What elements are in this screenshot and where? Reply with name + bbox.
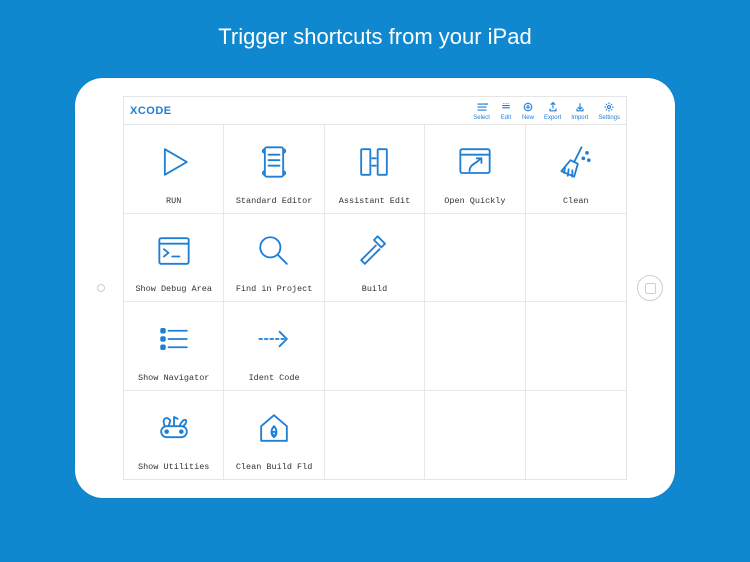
new-icon (522, 101, 534, 115)
toolbar-label: New (522, 115, 534, 121)
toolbar-label: Export (544, 115, 561, 121)
play-icon (128, 129, 219, 196)
toolbar-label: Edit (501, 115, 511, 121)
toolbar-import[interactable]: Import (571, 101, 588, 121)
cell-label: Build (362, 284, 388, 297)
cell-label: RUN (166, 196, 181, 209)
shortcut-grid: RUN Standard Editor Assistant Edit Open … (124, 125, 626, 479)
ipad-home-button[interactable] (637, 275, 663, 301)
app-screen: XCODE Select Edit New Export (123, 96, 627, 480)
cell-clean[interactable]: Clean (526, 125, 626, 214)
cell-assistant-edit[interactable]: Assistant Edit (325, 125, 425, 214)
swiss-knife-icon (128, 395, 219, 463)
toolbar-label: Import (571, 115, 588, 121)
cell-show-debug-area[interactable]: Show Debug Area (124, 214, 224, 303)
cell-run[interactable]: RUN (124, 125, 224, 214)
cell-empty (526, 391, 626, 480)
house-fire-icon (228, 395, 319, 463)
cell-show-navigator[interactable]: Show Navigator (124, 302, 224, 391)
cell-find-in-project[interactable]: Find in Project (224, 214, 324, 303)
broom-icon (530, 129, 622, 196)
cell-label: Show Navigator (138, 373, 209, 386)
import-icon (574, 101, 586, 115)
cell-label: Find in Project (236, 284, 313, 297)
toolbar: Select Edit New Export Import (473, 101, 620, 121)
cell-empty (425, 214, 525, 303)
top-bar: XCODE Select Edit New Export (124, 97, 626, 125)
toolbar-new[interactable]: New (522, 101, 534, 121)
headline: Trigger shortcuts from your iPad (0, 0, 750, 50)
list-icon (128, 306, 219, 373)
toolbar-edit[interactable]: Edit (500, 101, 512, 121)
cell-empty (325, 302, 425, 391)
magnify-icon (228, 218, 319, 285)
cell-label: Standard Editor (236, 196, 313, 209)
cell-ident-code[interactable]: Ident Code (224, 302, 324, 391)
hammer-icon (329, 218, 420, 285)
toolbar-export[interactable]: Export (544, 101, 561, 121)
cell-label: Show Debug Area (135, 284, 212, 297)
cell-label: Assistant Edit (339, 196, 410, 209)
cell-open-quickly[interactable]: Open Quickly (425, 125, 525, 214)
cell-build[interactable]: Build (325, 214, 425, 303)
app-title: XCODE (130, 105, 172, 117)
ipad-camera (97, 284, 105, 292)
edit-icon (500, 101, 512, 115)
cell-standard-editor[interactable]: Standard Editor (224, 125, 324, 214)
terminal-icon (128, 218, 219, 285)
cell-label: Ident Code (249, 373, 300, 386)
cell-clean-build-fld[interactable]: Clean Build Fld (224, 391, 324, 480)
open-quickly-icon (429, 129, 520, 196)
ipad-frame: XCODE Select Edit New Export (75, 78, 675, 498)
columns-icon (329, 129, 420, 196)
cell-label: Clean (563, 196, 589, 209)
cell-label: Open Quickly (444, 196, 505, 209)
cell-empty (425, 391, 525, 480)
cell-label: Show Utilities (138, 462, 209, 475)
cell-empty (526, 302, 626, 391)
select-icon (476, 101, 488, 115)
cell-label: Clean Build Fld (236, 462, 313, 475)
toolbar-select[interactable]: Select (473, 101, 490, 121)
cell-empty (325, 391, 425, 480)
toolbar-settings[interactable]: Settings (598, 101, 620, 121)
cell-empty (526, 214, 626, 303)
settings-icon (603, 101, 615, 115)
toolbar-label: Settings (598, 115, 620, 121)
toolbar-label: Select (473, 115, 490, 121)
export-icon (547, 101, 559, 115)
cell-show-utilities[interactable]: Show Utilities (124, 391, 224, 480)
cell-empty (425, 302, 525, 391)
scroll-icon (228, 129, 319, 196)
indent-arrow-icon (228, 306, 319, 373)
